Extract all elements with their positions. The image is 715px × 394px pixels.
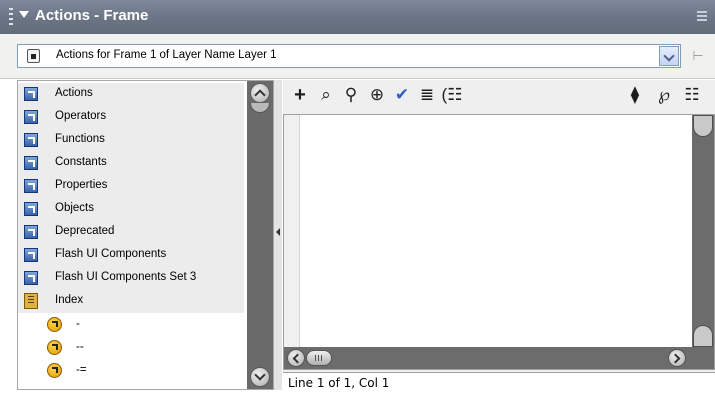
toolbox-book-label: Flash UI Components xyxy=(55,248,167,260)
toolbox-book-properties[interactable]: Properties xyxy=(18,175,244,198)
scroll-thumb[interactable] xyxy=(250,103,270,113)
script-pane: + ⌕ ⚲ ⊕ ✔ ≣ (☷ ⧫ ℘ ☷ Line 1 of 1, Col 1 xyxy=(283,80,715,394)
action-item-icon xyxy=(47,317,62,332)
scroll-down-icon[interactable] xyxy=(250,367,270,387)
scroll-thumb-end[interactable] xyxy=(693,325,713,347)
script-editor[interactable] xyxy=(283,114,715,370)
reference-icon[interactable]: ⧫ xyxy=(624,83,646,107)
script-target-dropdown[interactable]: Actions for Frame 1 of Layer Name Layer … xyxy=(17,44,681,68)
book-icon xyxy=(24,248,38,262)
collapse-left-icon[interactable] xyxy=(276,228,280,236)
debug-options-icon[interactable]: ℘ xyxy=(653,83,675,107)
panel-splitter[interactable] xyxy=(274,80,282,390)
action-item-icon xyxy=(47,340,62,355)
editor-horizontal-scrollbar[interactable] xyxy=(284,347,694,369)
index-item-label: -- xyxy=(76,341,84,353)
panel-title-bar[interactable]: Actions - Frame xyxy=(0,0,715,34)
replace-icon[interactable]: ⚲ xyxy=(340,83,362,107)
collapse-arrow-icon[interactable] xyxy=(19,11,29,18)
book-icon xyxy=(24,179,38,193)
editor-vertical-scrollbar[interactable] xyxy=(692,115,714,369)
book-icon xyxy=(24,87,38,101)
toolbox-book-label: Operators xyxy=(55,110,107,122)
toolbox-book-index[interactable]: Index xyxy=(18,290,244,313)
view-options-icon[interactable]: ☷ xyxy=(681,83,703,107)
index-book-icon xyxy=(24,293,38,309)
script-target-bar: Actions for Frame 1 of Layer Name Layer … xyxy=(0,34,715,79)
status-bar: Line 1 of 1, Col 1 xyxy=(283,372,715,394)
script-toolbar: + ⌕ ⚲ ⊕ ✔ ≣ (☷ ⧫ ℘ ☷ xyxy=(283,80,715,112)
toolbox-book-operators[interactable]: Operators xyxy=(18,106,244,129)
toolbox-book-flash-ui-components[interactable]: Flash UI Components xyxy=(18,244,244,267)
toolbox-book-actions[interactable]: Actions xyxy=(18,83,244,106)
action-item-icon xyxy=(47,363,62,378)
index-item[interactable]: - xyxy=(18,314,244,337)
find-icon[interactable]: ⌕ xyxy=(315,83,337,107)
index-item[interactable]: -= xyxy=(18,360,244,383)
toolbox-book-label: Actions xyxy=(55,87,93,99)
toolbox-book-label: Constants xyxy=(55,156,107,168)
toolbox-book-label: Objects xyxy=(55,202,94,214)
book-icon xyxy=(24,110,38,124)
panel-options-menu-icon[interactable] xyxy=(697,11,707,22)
insert-target-path-icon[interactable]: ⊕ xyxy=(366,83,388,107)
scroll-left-icon[interactable] xyxy=(287,349,305,367)
toolbox-book-objects[interactable]: Objects xyxy=(18,198,244,221)
book-icon xyxy=(24,133,38,147)
scroll-thumb[interactable] xyxy=(306,350,332,366)
toolbox-book-deprecated[interactable]: Deprecated xyxy=(18,221,244,244)
scroll-right-icon[interactable] xyxy=(668,349,686,367)
toolbox-book-functions[interactable]: Functions xyxy=(18,129,244,152)
actions-toolbox: Actions Operators Functions Constants Pr… xyxy=(17,80,274,390)
frame-script-icon xyxy=(27,49,40,63)
cursor-position: Line 1 of 1, Col 1 xyxy=(288,376,390,390)
actions-frame-panel: Actions - Frame Actions for Frame 1 of L… xyxy=(0,0,715,394)
script-target-label: Actions for Frame 1 of Layer Name Layer … xyxy=(56,49,277,61)
toolbox-book-label: Deprecated xyxy=(55,225,115,237)
toolbox-book-label: Properties xyxy=(55,179,108,191)
scroll-up-icon[interactable] xyxy=(250,83,270,103)
chevron-down-icon[interactable] xyxy=(659,46,679,66)
index-item[interactable]: -- xyxy=(18,337,244,360)
index-item-label: - xyxy=(76,318,80,330)
gripper-icon[interactable] xyxy=(9,8,13,26)
panel-title: Actions - Frame xyxy=(35,7,149,24)
auto-format-icon[interactable]: ≣ xyxy=(416,83,438,107)
index-item-label: -= xyxy=(76,364,87,376)
add-statement-icon[interactable]: + xyxy=(289,83,311,107)
book-icon xyxy=(24,202,38,216)
book-icon xyxy=(24,271,38,285)
book-icon xyxy=(24,156,38,170)
check-syntax-icon[interactable]: ✔ xyxy=(391,83,413,107)
toolbox-book-label: Functions xyxy=(55,133,105,145)
toolbox-book-label: Flash UI Components Set 3 xyxy=(55,271,197,283)
book-icon xyxy=(24,225,38,239)
toolbox-scrollbar[interactable] xyxy=(247,81,273,389)
show-code-hint-icon[interactable]: (☷ xyxy=(441,83,463,107)
scroll-thumb[interactable] xyxy=(693,115,713,137)
toolbox-book-label: Index xyxy=(55,294,84,306)
toolbox-book-constants[interactable]: Constants xyxy=(18,152,244,175)
pin-script-icon[interactable]: ⊢ xyxy=(689,48,707,64)
line-number-gutter xyxy=(284,115,300,347)
toolbox-book-flash-ui-components-set-3[interactable]: Flash UI Components Set 3 xyxy=(18,267,244,290)
